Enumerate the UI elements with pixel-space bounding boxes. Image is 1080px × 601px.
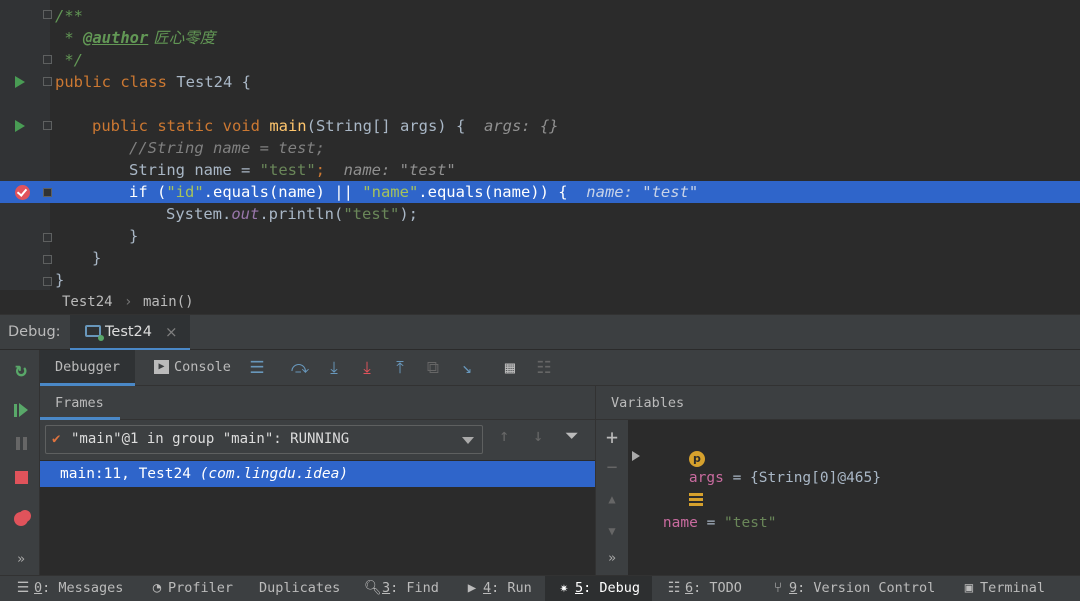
session-tab-label: Test24 xyxy=(105,324,153,340)
messages-icon: ☰ xyxy=(16,580,30,596)
frames-panel: Frames ✔ "main"@1 in group "main": RUNNI… xyxy=(40,386,595,575)
evaluate-expression-icon[interactable]: ▦ xyxy=(499,357,521,379)
todo-icon: ☷ xyxy=(667,580,681,596)
pause-icon[interactable] xyxy=(10,432,32,454)
variables-header: Variables xyxy=(596,386,1080,420)
application-icon xyxy=(85,325,104,341)
code-line-comment: //String name = test; xyxy=(129,139,325,157)
more-icon[interactable]: » xyxy=(602,551,622,566)
thread-row: ✔ "main"@1 in group "main": RUNNING ↑ ↓ … xyxy=(40,420,595,460)
branch-icon: ⑂ xyxy=(773,580,783,596)
duplicates-button[interactable]: Duplicates xyxy=(259,576,340,601)
stop-icon[interactable] xyxy=(10,466,32,488)
code-line-declaration: String name = "test"; name: "test" xyxy=(129,161,456,179)
debugger-tab-bar: Debugger ▶ Console ☰ ⤼ ⤓ ⤓ ⤒ ⧉ ↘ ▦ ☷ xyxy=(40,350,1080,386)
debug-label: Debug: xyxy=(8,324,61,340)
code-line-brace: } xyxy=(129,227,139,245)
thread-selector[interactable]: ✔ "main"@1 in group "main": RUNNING xyxy=(45,425,483,454)
code-line-3: */ xyxy=(55,51,83,69)
frame-list: main:11, Test24 (com.lingdu.idea) xyxy=(40,460,595,575)
show-execution-point-icon[interactable]: ☰ xyxy=(246,357,268,379)
expand-icon[interactable] xyxy=(632,451,640,461)
tab-debugger[interactable]: Debugger xyxy=(40,350,135,386)
inline-debug-hint: args: {} xyxy=(483,117,559,135)
rerun-icon[interactable]: ↻ xyxy=(10,357,32,381)
chevron-down-icon xyxy=(462,437,474,444)
tool-window-bar: ☰ 0: Messages ◔ Profiler Duplicates 🔍︎3: F… xyxy=(0,575,1080,601)
move-down-icon[interactable]: ▼ xyxy=(602,524,622,538)
drop-frame-icon[interactable]: ⧉ xyxy=(422,357,444,379)
debug-tool-window-header: Debug: Test24 × xyxy=(0,314,1080,351)
messages-button[interactable]: ☰ 0: Messages xyxy=(16,576,124,601)
current-execution-line: if ("id".equals(name) || "name".equals(n… xyxy=(0,181,1080,203)
thread-running-icon: ✔ xyxy=(52,431,61,447)
step-into-icon[interactable]: ⤓ xyxy=(323,357,345,379)
force-step-into-icon[interactable]: ⤓ xyxy=(356,357,378,379)
debug-button[interactable]: ✷ 5: Debug xyxy=(545,576,652,601)
console-icon: ▶ xyxy=(154,360,169,374)
frames-title[interactable]: Frames xyxy=(40,386,120,420)
variables-panel: Variables + − ▲ ▼ » p args = {String[0]@… xyxy=(595,386,1080,575)
more-icon[interactable]: » xyxy=(10,548,32,570)
code-line-class: public class Test24 { xyxy=(55,73,251,91)
inline-debug-hint: name: "test" xyxy=(343,161,456,179)
variable-row-name[interactable]: name = "test" xyxy=(628,446,1068,531)
code-line-2: * @author 匠心零度 xyxy=(55,29,216,47)
trace-icon[interactable]: ☷ xyxy=(533,357,555,379)
field-icon xyxy=(688,493,703,507)
todo-button[interactable]: ☷ 6: TODO xyxy=(667,576,742,601)
search-icon: 🔍︎ xyxy=(364,580,382,596)
move-up-icon[interactable]: ▲ xyxy=(602,492,622,506)
debug-side-toolbar: ↻ » xyxy=(0,350,40,575)
step-out-icon[interactable]: ⤒ xyxy=(389,357,411,379)
terminal-icon: ▣ xyxy=(964,580,974,596)
code-line-main: public static void main(String[] args) {… xyxy=(92,117,559,135)
breadcrumb: Test24 › main() xyxy=(0,290,1080,314)
run-icon: ▶ xyxy=(467,580,477,596)
code-editor[interactable]: /** * @author 匠心零度 */ public class Test2… xyxy=(0,0,1080,290)
step-over-icon[interactable]: ⤼ xyxy=(289,357,311,379)
profiler-button[interactable]: ◔ Profiler xyxy=(150,576,233,601)
breadcrumb-item-method[interactable]: main() xyxy=(143,290,194,314)
view-breakpoints-icon[interactable] xyxy=(10,508,32,530)
arrow-up-icon[interactable]: ↑ xyxy=(499,426,509,446)
terminal-button[interactable]: ▣ Terminal xyxy=(962,576,1045,601)
code-line-brace: } xyxy=(92,249,102,267)
code-line-brace: } xyxy=(55,271,65,289)
resume-icon[interactable] xyxy=(10,399,32,421)
tab-console[interactable]: ▶ Console xyxy=(150,350,231,386)
run-button[interactable]: ▶ 4: Run xyxy=(465,576,532,601)
version-control-button[interactable]: ⑂ 9: Version Control xyxy=(771,576,936,601)
fold-icon[interactable] xyxy=(43,188,52,197)
list-item[interactable]: main:11, Test24 (com.lingdu.idea) xyxy=(40,461,595,487)
variables-toolbar: + − ▲ ▼ » xyxy=(596,420,628,575)
filter-icon[interactable]: ⏷ xyxy=(565,426,579,446)
javadoc-author-tag: @author xyxy=(83,29,149,47)
variables-title: Variables xyxy=(611,395,685,411)
code-line-1: /** xyxy=(55,7,83,25)
breadcrumb-item-class[interactable]: Test24 xyxy=(62,290,113,314)
variable-row-args[interactable]: p args = {String[0]@465} xyxy=(654,423,881,486)
code-line-println: System.out.println("test"); xyxy=(166,205,418,223)
find-button[interactable]: 🔍︎3: Find xyxy=(364,576,439,601)
remove-watch-icon[interactable]: − xyxy=(602,457,622,478)
add-watch-icon[interactable]: + xyxy=(602,425,622,449)
profiler-icon: ◔ xyxy=(152,580,162,596)
close-icon[interactable]: × xyxy=(165,323,178,341)
arrow-down-icon[interactable]: ↓ xyxy=(533,426,543,446)
bug-icon: ✷ xyxy=(559,580,569,596)
frames-header: Frames xyxy=(40,386,595,420)
breadcrumb-separator: › xyxy=(124,294,133,310)
inline-debug-hint: name: "test" xyxy=(586,183,699,201)
breakpoint-icon[interactable] xyxy=(15,185,30,200)
run-to-cursor-icon[interactable]: ↘ xyxy=(456,357,478,379)
